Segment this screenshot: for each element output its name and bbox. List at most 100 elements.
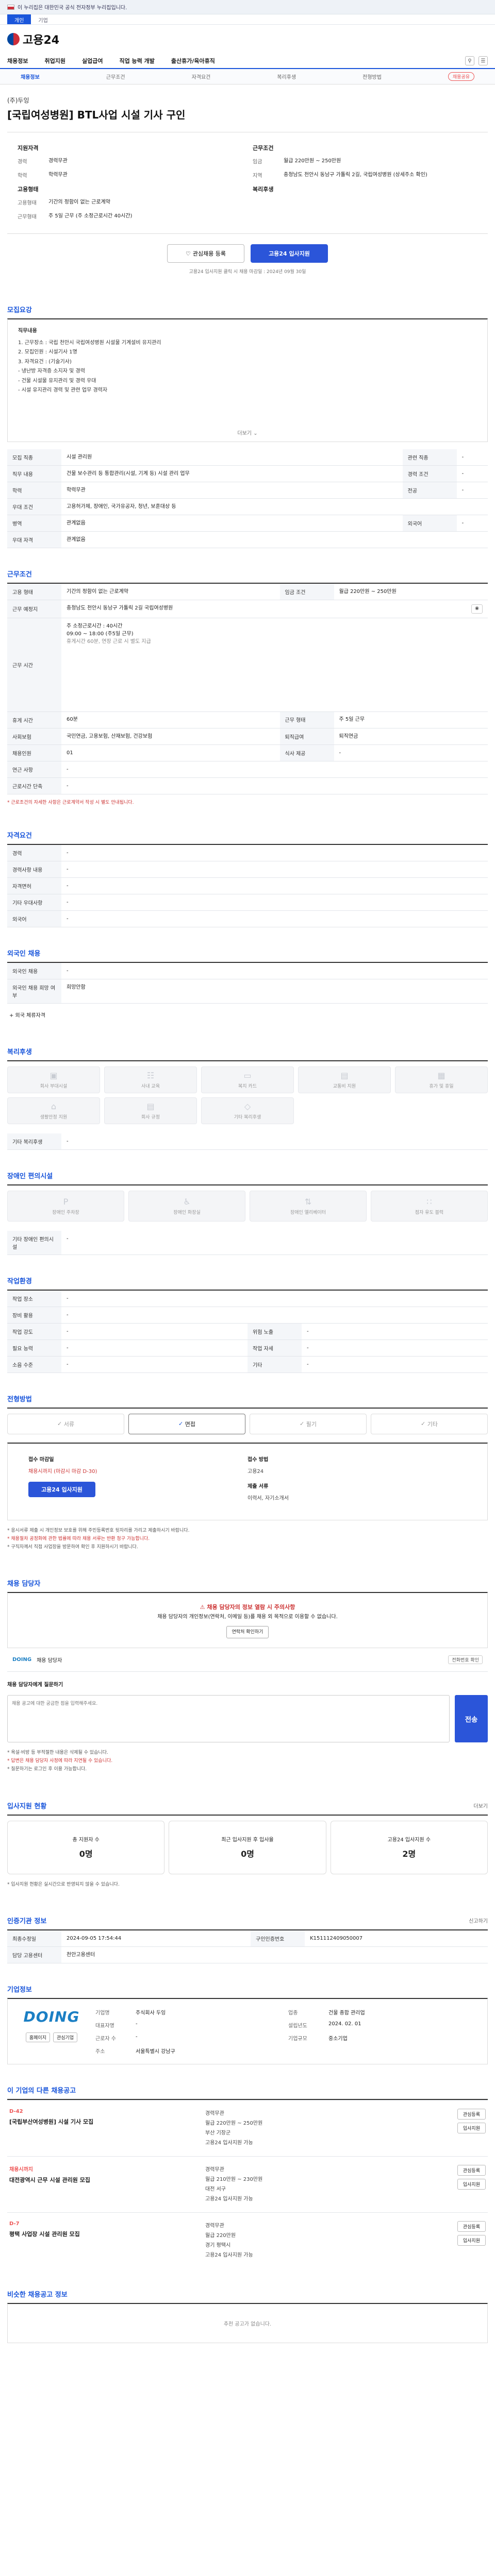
section-title: 복리후생	[7, 1048, 32, 1056]
table-row: 직무 내용 건물 보수관리 등 통합관리(시설, 기계 등) 시설 관리 업무 경력…	[7, 465, 488, 482]
company-name[interactable]: (주)두잉	[7, 96, 488, 105]
site-logo[interactable]: 고용24	[7, 31, 59, 47]
table-row: 채용인원 01 식사 제공 -	[7, 744, 488, 761]
summary-row: 학력 학력무관	[18, 172, 68, 179]
duty-line: 1. 근무장소 : 국립 천안시 국립여성병원 시설물 기계설비 유지관리	[18, 340, 161, 346]
homepage-button[interactable]: 홈페이지	[25, 2032, 50, 2042]
method-document: ✓ 서류	[7, 1413, 124, 1434]
summary-row: 고용형태 기간의 정함이 없는 근로계약	[18, 199, 110, 206]
menu-icon[interactable]: ☰	[478, 56, 488, 65]
gnb-item-jobs[interactable]: 채용정보	[7, 57, 28, 65]
company-logo: DOING	[23, 2008, 80, 2025]
disabled-card: ∷ 점자 유도 블럭	[371, 1190, 488, 1222]
stats-more-link[interactable]: 더보기	[473, 1802, 488, 1809]
list-item[interactable]: 채용시까지 대전광역시 근무 시설 관리원 모집 경력무관 월급 210만원 ~ 2…	[7, 2156, 488, 2212]
welfare-section: 복리후생 ▣ 회사 부대시설 ☷ 사내 교육 ▭ 복지 카드 ▤ 교통비 지원 ▦ 휴가 …	[7, 1026, 488, 1150]
disabled-card: P 장애인 주차장	[7, 1190, 124, 1222]
apply-button[interactable]: 입사지원	[457, 2122, 486, 2133]
summary-row: 근무형태 주 5일 근무 (주 소정근로시간 40시간)	[18, 213, 133, 220]
company-card: DOING 홈페이지 관심기업 기업명 주식회사 두잉 업종 건물 종합 관리업 대표…	[7, 1997, 488, 2064]
taegeuk-logo-icon	[7, 33, 20, 45]
scrap-button[interactable]: 관심등록	[457, 2221, 486, 2232]
table-row: 사회보험 국민연금, 고용보험, 산재보험, 건강보험 퇴직급여 퇴직연금	[7, 728, 488, 745]
foreign-visa-link[interactable]: + 외국 체류자격	[7, 1004, 488, 1026]
similar-empty: 추천 공고가 없습니다.	[7, 2302, 488, 2343]
disabled-card: ⇅ 장애인 엘리베이터	[250, 1190, 367, 1222]
warning-head: ⚠ 채용 담당자의 정보 열람 시 주의사항	[200, 1604, 295, 1611]
apply-button[interactable]: 고용24 입사지원	[251, 244, 328, 263]
home-icon: ⌂	[51, 1101, 57, 1111]
qualify-table: 경력 - 경력사항 내용 - 자격면허 - 기타 우대사항 - 외국어 -	[7, 843, 488, 927]
gnb-item-support[interactable]: 취업지원	[44, 57, 65, 65]
check-icon: ✓	[178, 1420, 185, 1427]
question-input[interactable]	[7, 1695, 450, 1743]
company-section: 기업정보 DOING 홈페이지 관심기업 기업명 주식회사 두잉 업종 건물 종합 관…	[7, 1963, 488, 2064]
work-env-section: 작업환경 작업 장소 - 장비 활용 - 작업 강도 - 위험 노출 - 필요 능력 - 작업…	[7, 1255, 488, 1373]
subnav-qualify[interactable]: 자격요건	[192, 73, 277, 80]
job-title: [국립여성병원] BTL사업 시설 기사 구인	[7, 109, 186, 121]
scrap-button[interactable]: 관심등록	[457, 2108, 486, 2120]
duty-more-button[interactable]: 더보기 ⌄	[8, 429, 487, 439]
qualify-section: 자격요건 경력 - 경력사항 내용 - 자격면허 - 기타 우대사항 - 외국어 -	[7, 809, 488, 927]
method-grid: ✓ 서류 ✓ 면접 ✓ 필기 ✓ 기타	[7, 1413, 488, 1434]
report-button[interactable]: 신고하기	[469, 1917, 488, 1924]
gnb-item-leave[interactable]: 출산휴가/육아휴직	[171, 57, 215, 65]
question-notes: * 욕설·비방 등 부적절한 내용은 삭제될 수 있습니다. * 답변은 채용 …	[7, 1750, 113, 1772]
subnav-welfare[interactable]: 복리후생	[277, 73, 362, 80]
table-row: 필요 능력 - 작업 자세 -	[7, 1340, 488, 1357]
conditions-table: 고용 형태 기간의 정함이 없는 근로계약 임금 조건 월급 220만원 ~ 250만…	[7, 583, 488, 794]
logo-text: 고용24	[23, 34, 60, 47]
section-title: 장애인 편의시설	[7, 1172, 53, 1180]
contact-warning: ⚠ 채용 담당자의 정보 열람 시 주의사항 채용 담당자의 개인정보(연락처,…	[7, 1592, 488, 1649]
gift-icon: ◇	[244, 1101, 251, 1111]
tab-company[interactable]: 기업	[31, 14, 55, 24]
gnb-item-training[interactable]: 직업 능력 개발	[119, 57, 154, 65]
table-row: 병역 관계없음 외국어 -	[7, 515, 488, 532]
table-row: 휴게 시간 60분 근무 형태 주 5일 근무	[7, 711, 488, 728]
subnav-selection[interactable]: 전형방법	[362, 73, 448, 80]
recruit-section: 모집요강 직무내용 1. 근무장소 : 국립 천안시 국립여성병원 시설물 기계…	[7, 284, 488, 548]
scrap-button[interactable]: 관심등록	[457, 2164, 486, 2176]
gnb-item-benefits[interactable]: 실업급여	[82, 57, 103, 65]
table-row: 작업 강도 - 위험 노출 -	[7, 1323, 488, 1340]
section-title: 근무조건	[7, 571, 32, 579]
contact-row: DOING 채용 담당자 전화번호 확인	[7, 1648, 488, 1672]
search-icon[interactable]: ⚲	[465, 56, 474, 65]
section-title: 기업정보	[7, 1986, 32, 1994]
welfare-card: ◇ 기타 복리후생	[201, 1097, 294, 1124]
apply-button[interactable]: 입사지원	[457, 2178, 486, 2190]
table-row: 근로시간 단축 -	[7, 777, 488, 794]
method-written: ✓ 필기	[250, 1413, 367, 1434]
question-send-button[interactable]: 전송	[455, 1695, 488, 1743]
table-row: 소음 수준 - 기타 -	[7, 1356, 488, 1373]
view-contact-button[interactable]: 연락처 확인하기	[226, 1625, 269, 1639]
duty-line: - 건물 시설물 유지관리 및 경력 우대	[18, 378, 96, 384]
welfare-grid: ▣ 회사 부대시설 ☷ 사내 교육 ▭ 복지 카드 ▤ 교통비 지원 ▦ 휴가 및 휴일 …	[7, 1066, 488, 1124]
welfare-card: ☷ 사내 교육	[104, 1066, 197, 1093]
restroom-icon: ♿	[183, 1196, 191, 1207]
phone-button[interactable]: 전화번호 확인	[448, 1655, 483, 1665]
favorite-company-button[interactable]: 관심기업	[53, 2032, 78, 2042]
scrap-button[interactable]: ♡ 관심채용 등록	[167, 244, 244, 263]
welfare-card: ▭ 복지 카드	[201, 1066, 294, 1093]
book-icon: ☷	[146, 1070, 155, 1080]
table-row: 기타 복리후생 -	[7, 1133, 488, 1150]
disabled-card: ♿ 장애인 화장실	[128, 1190, 245, 1222]
info-section: 인증기관 정보 신고하기 최종수정일 2024-09-05 17:54:44 구인인증…	[7, 1895, 488, 1963]
map-button[interactable]: ◉	[471, 604, 483, 614]
stats-grid: 총 지원자 수 0명 최근 입사지원 후 입사율 0명 고용24 입사지원 수 2명	[7, 1820, 488, 1874]
apply-button-2[interactable]: 고용24 입사지원	[28, 1481, 95, 1497]
tab-personal[interactable]: 개인	[7, 14, 31, 24]
subnav-recruit[interactable]: 채용정보	[21, 73, 106, 80]
stat-card: 최근 입사지원 후 입사율 0명	[169, 1820, 326, 1874]
heart-icon: ♡	[185, 250, 191, 257]
welfare-card: ⌂ 생활안정 지원	[7, 1097, 100, 1124]
list-item[interactable]: D-42 [국립부산여성병원] 시설 기사 모집 경력무관 월급 220만원 ~ 2…	[7, 2099, 488, 2156]
job-summary: 지원자격 경력 경력무관 학력 학력무관 고용형태 고용형태 기간의 정함이 없는 근…	[7, 132, 488, 234]
share-button[interactable]: 채용공유	[448, 72, 475, 81]
table-row: 작업 장소 -	[7, 1290, 488, 1307]
contact-badge: DOING	[12, 1657, 32, 1663]
apply-button[interactable]: 입사지원	[457, 2234, 486, 2246]
list-item[interactable]: D-7 평택 사업장 시설 관리원 모집 경력무관 월급 220만원 경기 평택시 고용…	[7, 2212, 488, 2268]
subnav-conditions[interactable]: 근무조건	[106, 73, 192, 80]
